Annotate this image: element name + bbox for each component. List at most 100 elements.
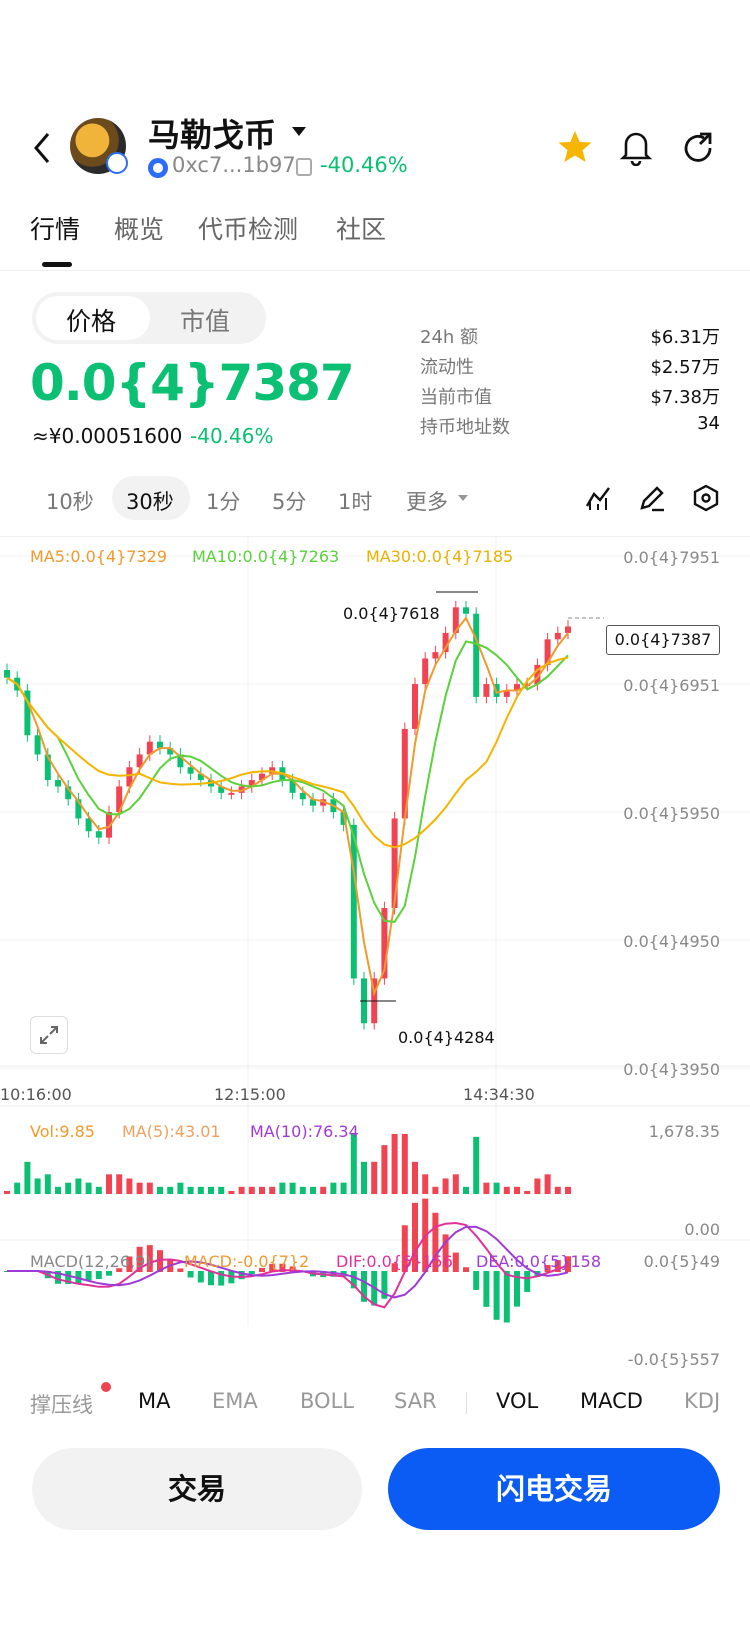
stat-value-liquidity: $2.57万: [650, 357, 720, 378]
ma5-line: [6, 616, 569, 997]
macd-bar: [106, 1271, 112, 1276]
caret-down-icon[interactable]: [458, 495, 468, 501]
candle: [228, 792, 235, 795]
segment-market-cap[interactable]: 市值: [180, 302, 230, 338]
stat-label-liquidity: 流动性: [420, 357, 474, 378]
volume-bar: [187, 1186, 194, 1194]
dif-value: DIF:0.0{5}156: [336, 1252, 453, 1271]
share-button[interactable]: [680, 128, 718, 166]
volume-bar: [320, 1186, 327, 1194]
indicator-separator: [466, 1392, 467, 1414]
macd-bar: [177, 1268, 184, 1272]
star-icon: [558, 131, 592, 162]
volume-bar: [106, 1174, 112, 1194]
interval-1m[interactable]: 1分: [206, 486, 240, 516]
indicator-kdj[interactable]: KDJ: [684, 1389, 720, 1413]
macd-bar: [483, 1271, 490, 1307]
interval-more[interactable]: 更多: [406, 486, 448, 516]
indicator-support-resistance[interactable]: 撑压线: [30, 1389, 93, 1419]
volume-bar: [432, 1186, 439, 1194]
stat-label-holders: 持币地址数: [420, 417, 510, 438]
tab-market[interactable]: 行情: [30, 210, 80, 246]
segment-price[interactable]: 价格: [66, 302, 116, 338]
volume-bar: [14, 1182, 21, 1194]
flash-trade-button[interactable]: 闪电交易: [388, 1448, 720, 1530]
chain-badge-icon: [106, 152, 128, 174]
ma5-legend: MA5:0.0{4}7329: [30, 547, 168, 566]
fullscreen-button[interactable]: [30, 1016, 68, 1054]
indicator-sar[interactable]: SAR: [394, 1389, 437, 1413]
candle: [299, 792, 306, 800]
volume-bar: [197, 1186, 204, 1194]
volume-bar: [442, 1178, 449, 1194]
volume-bar: [524, 1191, 531, 1194]
coin-name[interactable]: 马勒戈币: [148, 110, 276, 156]
current-price-tag: 0.0{4}7387: [606, 625, 720, 655]
indicator-ma[interactable]: MA: [138, 1389, 170, 1413]
volume-bar: [259, 1186, 265, 1194]
caret-down-icon[interactable]: [292, 127, 306, 136]
volume-bar: [248, 1186, 255, 1194]
volume-bar: [503, 1186, 510, 1194]
trade-button[interactable]: 交易: [32, 1448, 362, 1530]
vol-legend: Vol:9.85: [30, 1122, 95, 1141]
kline-chart[interactable]: [0, 536, 750, 1376]
ma10-legend: MA10:0.0{4}7263: [192, 547, 340, 566]
ma30-legend: MA30:0.0{4}7185: [366, 547, 514, 566]
draw-button[interactable]: [638, 484, 666, 512]
interval-30s[interactable]: 30秒: [126, 486, 174, 516]
y-axis-label: 0.0{4}6951: [623, 676, 720, 695]
macd-bar: [197, 1271, 204, 1283]
expand-icon: [40, 1026, 58, 1044]
volume-bar: [554, 1186, 561, 1194]
volume-bar: [289, 1182, 296, 1194]
macd-title: MACD(12,26,9): [30, 1252, 152, 1271]
vol-axis-label: 1,678.35: [648, 1122, 720, 1141]
indicator-ema[interactable]: EMA: [212, 1389, 258, 1413]
volume-bar: [85, 1182, 92, 1194]
ma10-line: [6, 640, 569, 923]
alert-button[interactable]: [618, 128, 654, 167]
volume-bar: [463, 1186, 469, 1194]
chart-settings-button[interactable]: [692, 484, 720, 512]
volume-bar: [452, 1174, 459, 1194]
volume-bar: [544, 1174, 551, 1194]
volume-bar: [391, 1134, 398, 1194]
macd-bar: [95, 1271, 102, 1279]
indicator-boll[interactable]: BOLL: [300, 1389, 354, 1413]
candle: [473, 613, 480, 697]
volume-bar: [279, 1182, 286, 1194]
volume-bar: [361, 1161, 367, 1194]
volume-bar: [534, 1178, 541, 1194]
candle: [422, 658, 429, 685]
interval-1h[interactable]: 1时: [338, 486, 372, 516]
volume-bar: [238, 1186, 245, 1194]
indicator-vol[interactable]: VOL: [496, 1389, 538, 1413]
chart-indicator-icon: [585, 487, 610, 510]
indicator-settings-button[interactable]: [584, 484, 612, 512]
y-axis-label: 0.0{4}4950: [623, 932, 720, 951]
macd-bar: [473, 1271, 480, 1290]
volume-bar: [116, 1174, 123, 1194]
tab-community[interactable]: 社区: [336, 210, 386, 246]
candle: [4, 670, 10, 678]
y-axis-label: 0.0{4}7951: [623, 548, 720, 567]
tab-token-check[interactable]: 代币检测: [198, 210, 298, 246]
pencil-icon: [640, 486, 664, 512]
volume-bar: [381, 1145, 388, 1194]
tab-overview[interactable]: 概览: [114, 210, 164, 246]
tab-underline: [42, 262, 72, 267]
candle: [483, 684, 490, 697]
volume-bar: [136, 1182, 143, 1194]
macd-bar: [452, 1252, 459, 1272]
favorite-button[interactable]: [556, 128, 594, 166]
back-button[interactable]: [26, 128, 60, 168]
volume-bar: [412, 1161, 418, 1194]
interval-5m[interactable]: 5分: [272, 486, 306, 516]
time-axis-label: 10:16:00: [0, 1085, 72, 1104]
stat-value-market-cap: $7.38万: [650, 387, 720, 408]
interval-10s[interactable]: 10秒: [46, 486, 94, 516]
indicator-macd[interactable]: MACD: [580, 1389, 643, 1413]
volume-bar: [299, 1186, 306, 1194]
copy-icon[interactable]: [296, 158, 312, 176]
